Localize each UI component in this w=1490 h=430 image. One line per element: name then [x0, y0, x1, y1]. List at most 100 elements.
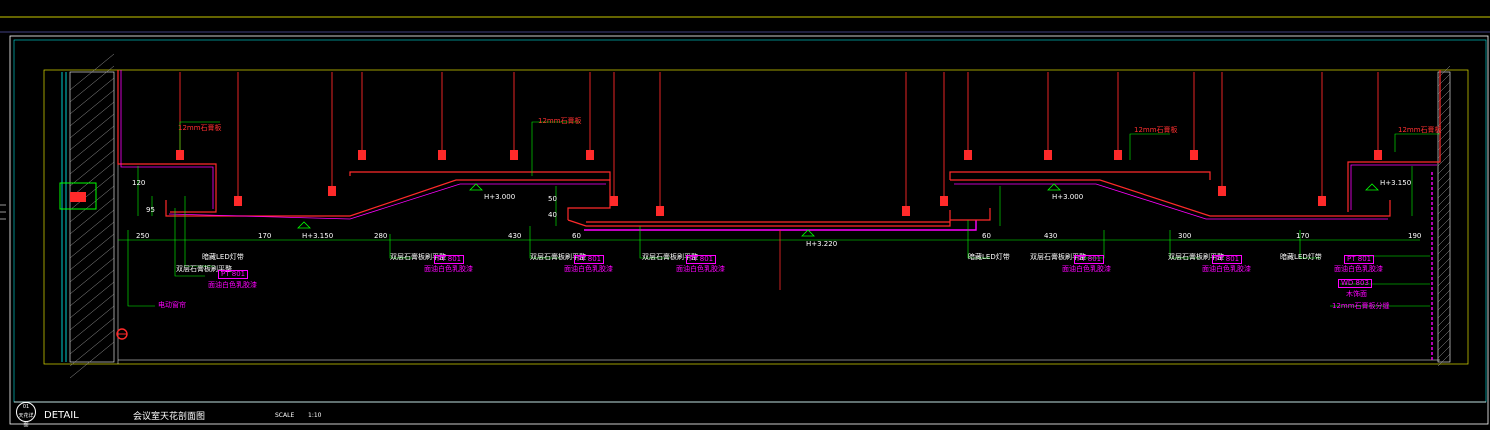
hatch-line	[69, 221, 115, 259]
hanger-clip	[940, 196, 948, 206]
paint-label: 面油白色乳胶漆	[676, 265, 725, 273]
dimension-label: 50	[548, 195, 557, 203]
paint-label: 面油白色乳胶漆	[208, 281, 257, 289]
hatch-line	[1437, 337, 1451, 351]
paint-label: 面油白色乳胶漆	[1062, 265, 1111, 273]
hatch-line	[69, 281, 115, 319]
hatch-line	[69, 233, 115, 271]
hatch-line	[69, 293, 115, 331]
dimension-label: 170	[258, 232, 272, 240]
hatch-line	[69, 329, 115, 367]
hatch-line	[69, 137, 115, 175]
hanger-clip	[1190, 150, 1198, 160]
scale-value: 1:10	[308, 412, 322, 419]
material-tag: PT 801	[574, 255, 605, 264]
hatch-line	[69, 101, 115, 139]
hatch-line	[1437, 177, 1451, 191]
material-tag: PT 801	[218, 270, 249, 279]
hanger-clip	[328, 186, 336, 196]
hatch-line	[1437, 161, 1451, 175]
hatch-line	[69, 125, 115, 163]
material-tag: WD 803	[1338, 279, 1372, 288]
hanger-clip	[1114, 150, 1122, 160]
hanger-clip	[586, 150, 594, 160]
hatch-line	[69, 317, 115, 355]
dimension-label: 300	[1178, 232, 1192, 240]
hatch-line	[1437, 329, 1451, 343]
dimension-label: 250	[136, 232, 150, 240]
detail-label: DETAIL	[44, 410, 79, 421]
hatch-line	[69, 305, 115, 343]
material-tag: PT 801	[1074, 255, 1105, 264]
hanger-clip	[1218, 186, 1226, 196]
hatch-line	[69, 245, 115, 283]
gypsum-label: 12mm石膏板	[1134, 126, 1178, 134]
ceiling-section-drawing	[0, 16, 1490, 425]
hanger-clip	[1044, 150, 1052, 160]
hanger-clip	[656, 206, 664, 216]
hatch-line	[1437, 193, 1451, 207]
level-label: H+3.000	[484, 193, 516, 201]
dimension-label: 120	[132, 179, 146, 187]
gypsum-label: 12mm石膏板	[1398, 126, 1442, 134]
hatch-line	[69, 257, 115, 295]
material-tag: PT 801	[1344, 255, 1375, 264]
hatch-line	[1437, 273, 1451, 287]
hatch-line	[69, 185, 115, 223]
hatch-line	[69, 341, 115, 379]
hatch-line	[1437, 185, 1451, 199]
hatch-line	[1437, 241, 1451, 255]
hatch-line	[1437, 249, 1451, 263]
hatch-line	[1437, 313, 1451, 327]
hatch-line	[1437, 233, 1451, 247]
hatch-line	[69, 65, 115, 103]
dimension-label: 60	[982, 232, 991, 240]
dimension-label: 430	[1044, 232, 1058, 240]
dimension-label: 60	[572, 232, 581, 240]
hatch-line	[1437, 169, 1451, 183]
mounting-clips	[176, 150, 1382, 216]
hanger-clip	[234, 196, 242, 206]
hatch-line	[69, 209, 115, 247]
dimension-label: 430	[508, 232, 522, 240]
hanger-clip	[964, 150, 972, 160]
hatch-line	[1437, 209, 1451, 223]
hatch-line	[1437, 201, 1451, 215]
hatch-line	[1437, 281, 1451, 295]
dimension-lines	[118, 166, 1420, 241]
hanger-clip	[902, 206, 910, 216]
led-label: 暗藏LED灯带	[968, 253, 1010, 261]
led-label: 暗藏LED灯带	[1280, 253, 1322, 261]
led-label: 暗藏LED灯带	[202, 253, 244, 261]
hatch-line	[1437, 257, 1451, 271]
dimension-label: 280	[374, 232, 388, 240]
hanger-rods	[179, 72, 1379, 206]
hatch-line	[69, 113, 115, 151]
hanger-clip	[1374, 150, 1382, 160]
dimension-label: 40	[548, 211, 557, 219]
paint-label: 面油白色乳胶漆	[1334, 265, 1383, 273]
curtain-label: 电动窗帘	[158, 301, 186, 309]
material-tag: PT 801	[1212, 255, 1243, 264]
level-markers	[297, 183, 1379, 237]
drawing-title: 会议室天花剖面图	[133, 412, 206, 422]
gypsum-label: 12mm石膏板	[538, 117, 582, 125]
hanger-clip	[438, 150, 446, 160]
right-wall-hatch	[1431, 65, 1451, 367]
hatch-line	[1437, 289, 1451, 303]
gypsum-label: 12mm石膏板	[178, 124, 222, 132]
scale-label: SCALE	[275, 412, 295, 419]
hanger-clip	[358, 150, 366, 160]
level-label: H+3.150	[302, 232, 334, 240]
hatch-line	[1437, 305, 1451, 319]
left-wall-hatch	[59, 53, 115, 379]
sheet-frame	[0, 16, 1490, 425]
wood-label: 木饰面	[1346, 290, 1367, 298]
material-tag: PT 801	[686, 255, 717, 264]
hatch-line	[1437, 225, 1451, 239]
hatch-line	[1437, 297, 1451, 311]
material-tag: PT 801	[434, 255, 465, 264]
hatch-line	[1437, 217, 1451, 231]
hatch-line	[69, 77, 115, 115]
level-label: H+3.000	[1052, 193, 1084, 201]
